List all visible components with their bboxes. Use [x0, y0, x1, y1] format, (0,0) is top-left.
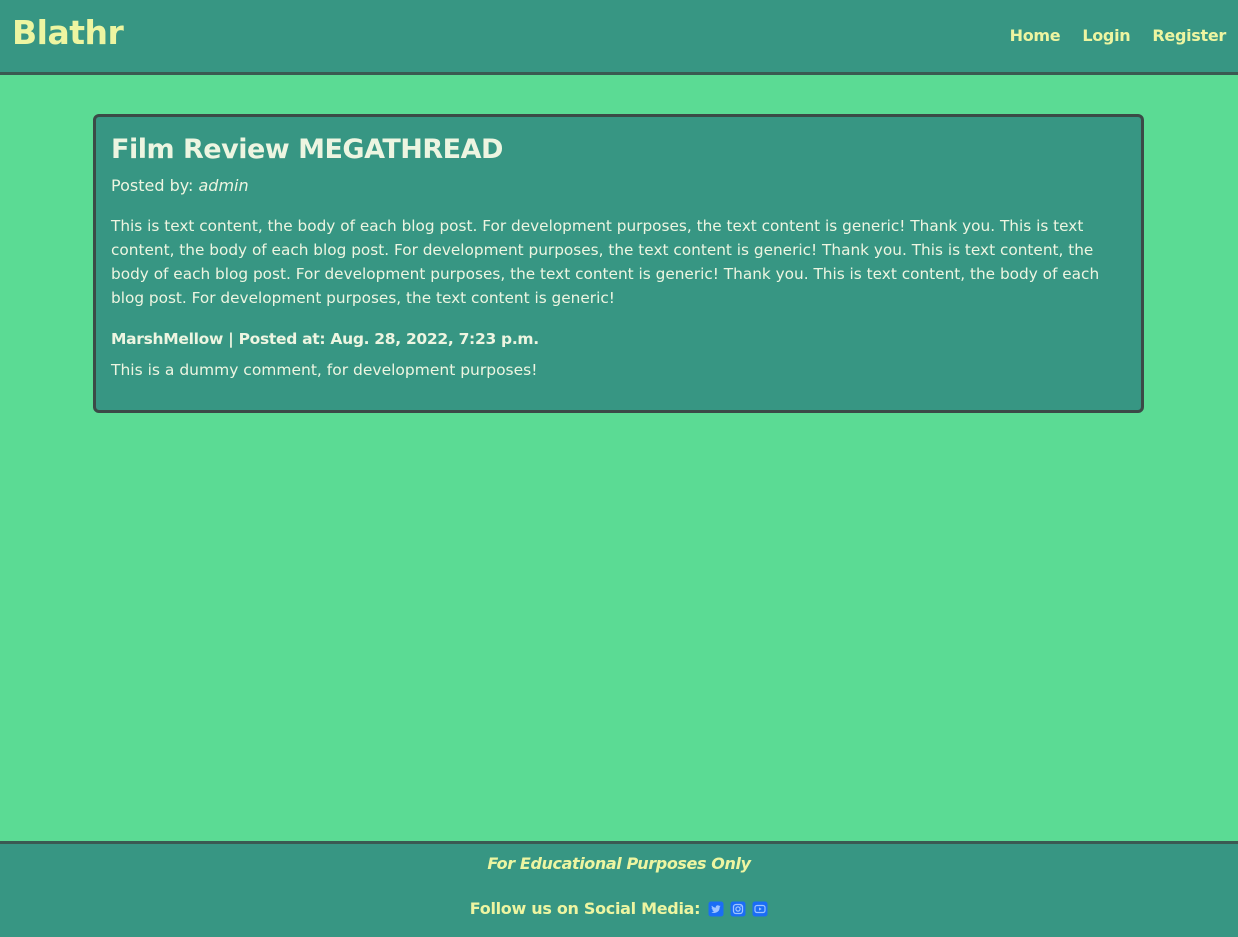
- comment: MarshMellow | Posted at: Aug. 28, 2022, …: [111, 327, 1126, 382]
- post-card: Film Review MEGATHREAD Posted by: admin …: [93, 114, 1144, 413]
- post-body: This is text content, the body of each b…: [111, 217, 1100, 307]
- social-links: Follow us on Social Media:: [0, 897, 1238, 921]
- social-label: Follow us on Social Media:: [469, 899, 701, 918]
- posted-by-label: Posted by:: [111, 176, 199, 195]
- footer: For Educational Purposes Only Follow us …: [0, 841, 1238, 937]
- nav-home-link[interactable]: Home: [1010, 24, 1061, 48]
- instagram-icon[interactable]: [730, 901, 746, 917]
- nav-links: Home Login Register: [1010, 24, 1227, 48]
- post-title: Film Review MEGATHREAD: [111, 134, 503, 165]
- navbar: Blathr Home Login Register: [0, 0, 1238, 75]
- comment-meta: MarshMellow | Posted at: Aug. 28, 2022, …: [111, 330, 539, 348]
- comment-body: This is a dummy comment, for development…: [111, 361, 538, 379]
- twitter-icon[interactable]: [708, 901, 724, 917]
- footer-note: For Educational Purposes Only: [487, 854, 751, 873]
- post-author: admin: [198, 176, 249, 195]
- nav-login-link[interactable]: Login: [1082, 24, 1130, 48]
- youtube-icon[interactable]: [752, 901, 768, 917]
- post-author-line: Posted by: admin: [111, 174, 1126, 198]
- nav-register-link[interactable]: Register: [1152, 24, 1226, 48]
- brand-logo[interactable]: Blathr: [12, 11, 124, 55]
